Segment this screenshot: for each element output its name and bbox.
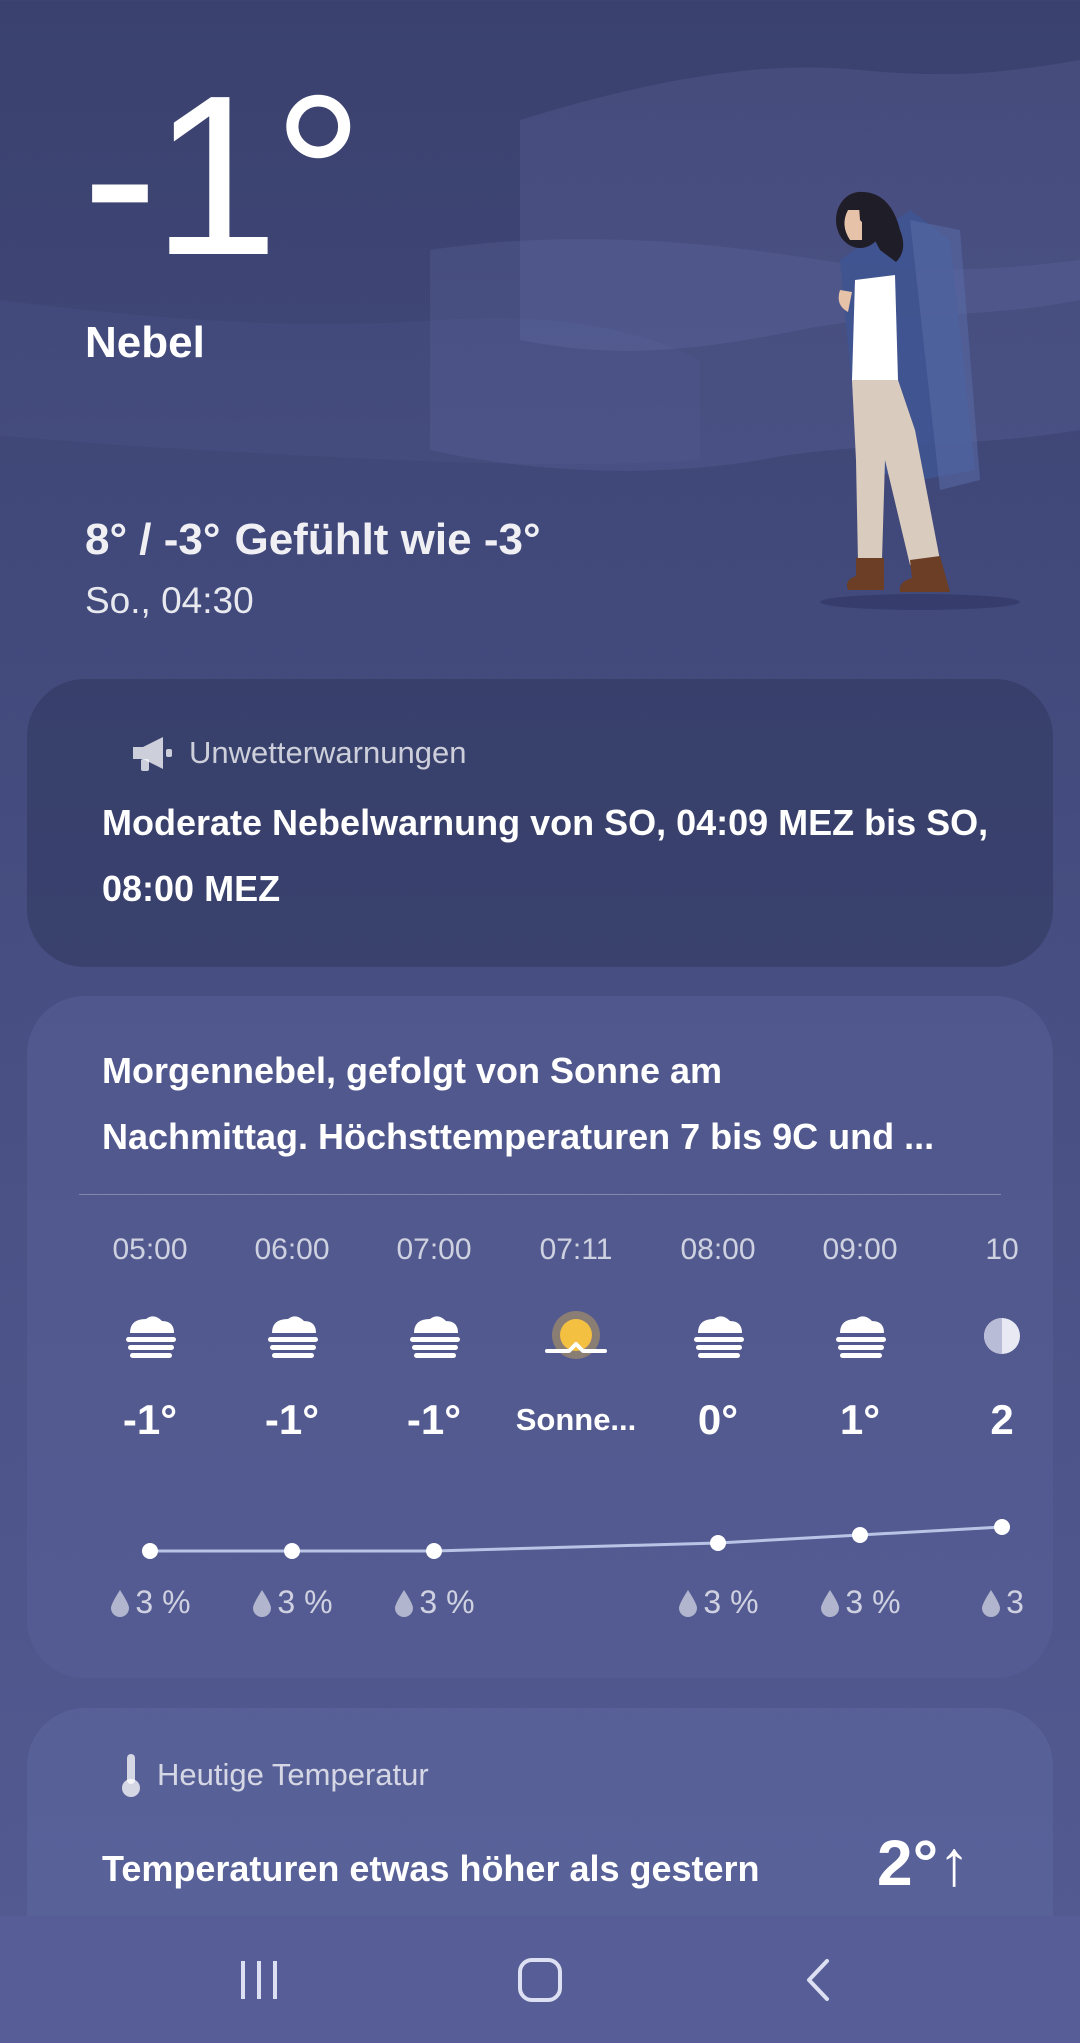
partly-sunny-icon xyxy=(931,1290,1025,1382)
hour-forecast-item: 05:00 -1° xyxy=(79,1226,221,1452)
person-illustration xyxy=(820,191,1020,610)
today-temperature-text: Temperaturen etwas höher als gestern xyxy=(102,1848,760,1889)
recent-apps-button[interactable] xyxy=(190,1930,330,2030)
warning-header: Unwetterwarnungen xyxy=(129,733,466,773)
fog-icon xyxy=(79,1290,221,1382)
current-temperature: -1° xyxy=(82,49,364,303)
hourly-forecast-card[interactable]: Morgennebel, gefolgt von Sonne am Nachmi… xyxy=(27,996,1053,1678)
hour-temperature: 0° xyxy=(697,1396,739,1443)
today-temperature-delta: 2°↑ xyxy=(877,1827,971,1899)
raindrop-icon xyxy=(679,1589,698,1617)
fog-icon xyxy=(221,1290,363,1382)
fog-icon xyxy=(363,1290,505,1382)
hour-time: 09:00 xyxy=(822,1233,898,1266)
forecast-summary-line-1: Morgennebel, gefolgt von Sonne am xyxy=(102,1050,723,1091)
hour-precipitation-value: 3 % xyxy=(135,1584,191,1620)
home-icon xyxy=(518,1957,562,2002)
severe-weather-warning-card[interactable]: Unwetterwarnungen Moderate Nebelwarnung … xyxy=(27,679,1053,967)
trend-point xyxy=(142,1543,158,1559)
today-temperature-header: Heutige Temperatur xyxy=(119,1752,429,1798)
current-datetime: So., 04:30 xyxy=(85,580,254,621)
fog-icon xyxy=(789,1290,931,1382)
temperature-summary-row: 8° / -3° Gefühlt wie -3° xyxy=(85,515,541,565)
hour-time: 07:11 xyxy=(539,1233,613,1266)
hour-time: 07:00 xyxy=(396,1233,472,1266)
hour-temperature: -1° xyxy=(122,1396,178,1443)
hour-temperature: -1° xyxy=(264,1396,320,1443)
hour-precipitation-value: 3 xyxy=(1006,1584,1024,1620)
fog-icon xyxy=(647,1290,789,1382)
home-button[interactable] xyxy=(470,1930,610,2030)
system-navigation-bar xyxy=(0,1916,1080,2043)
current-condition: Nebel xyxy=(85,318,205,367)
hour-forecast-item: 07:11 Sonne... xyxy=(505,1226,647,1452)
trend-point xyxy=(284,1543,300,1559)
hour-precipitation: 3 % xyxy=(221,1584,363,1621)
megaphone-icon xyxy=(133,737,172,771)
raindrop-icon xyxy=(821,1589,840,1617)
trend-point xyxy=(426,1543,442,1559)
recent-apps-icon xyxy=(241,1960,277,1999)
raindrop-icon xyxy=(395,1589,414,1617)
high-low-temperature: 8° / -3° xyxy=(85,515,221,564)
hour-forecast-item: 08:00 0° xyxy=(647,1226,789,1452)
hour-precipitation: 3 % xyxy=(789,1584,931,1621)
feels-like-temperature: Gefühlt wie -3° xyxy=(234,515,541,564)
hour-time: 10 xyxy=(985,1233,1019,1266)
hour-forecast-item: 09:00 1° xyxy=(789,1226,931,1452)
back-icon xyxy=(807,1958,829,2001)
raindrop-icon xyxy=(111,1589,130,1617)
hour-precipitation-value: 3 % xyxy=(277,1584,333,1620)
hour-time: 08:00 xyxy=(680,1233,756,1266)
back-button[interactable] xyxy=(750,1930,890,2030)
trend-point xyxy=(852,1527,868,1543)
hour-temperature: 1° xyxy=(839,1396,881,1443)
hour-forecast-item: 07:00 -1° xyxy=(363,1226,505,1452)
warning-text: Moderate Nebelwarnung von SO, 04:09 MEZ … xyxy=(102,802,989,909)
forecast-summary: Morgennebel, gefolgt von Sonne am Nachmi… xyxy=(102,1038,1022,1170)
divider xyxy=(79,1194,1001,1195)
hour-precipitation: 3 % xyxy=(79,1584,221,1621)
hourly-forecast-strip[interactable]: 05:00 -1° 3 % 06:00 -1° 3 % 07:00 -1° 3 % 07:11 So… xyxy=(79,1226,1025,1646)
hour-forecast-item: 06:00 -1° xyxy=(221,1226,363,1452)
current-weather-hero: -1° Nebel 8° / -3° Gefühlt wie -3° So., … xyxy=(0,0,1080,660)
trend-polyline xyxy=(150,1525,1003,1553)
hour-temperature: -1° xyxy=(406,1396,462,1443)
hour-precipitation: 3 % xyxy=(647,1584,789,1621)
raindrop-icon xyxy=(253,1589,272,1617)
hour-time: 05:00 xyxy=(112,1233,188,1266)
today-temperature-label: Heutige Temperatur xyxy=(157,1757,429,1792)
hour-time: 06:00 xyxy=(254,1233,330,1266)
raindrop-icon xyxy=(982,1589,1001,1617)
trend-point xyxy=(710,1535,726,1551)
thermometer-icon xyxy=(122,1754,140,1797)
forecast-summary-line-2: Nachmittag. Höchsttemperaturen 7 bis 9C … xyxy=(102,1116,935,1157)
hour-precipitation-value: 3 % xyxy=(419,1584,475,1620)
warning-header-label: Unwetterwarnungen xyxy=(189,735,467,770)
hour-precipitation: 3 xyxy=(931,1584,1025,1621)
hour-precipitation-value: 3 % xyxy=(845,1584,901,1620)
hour-precipitation-value: 3 % xyxy=(703,1584,759,1620)
sunrise-icon xyxy=(505,1290,647,1382)
hour-temperature: 2 xyxy=(990,1396,1014,1443)
hour-precipitation: 3 % xyxy=(363,1584,505,1621)
hour-forecast-item: 10 2 xyxy=(931,1226,1025,1452)
hour-temperature: Sonne... xyxy=(515,1402,637,1437)
trend-point xyxy=(994,1519,1010,1535)
